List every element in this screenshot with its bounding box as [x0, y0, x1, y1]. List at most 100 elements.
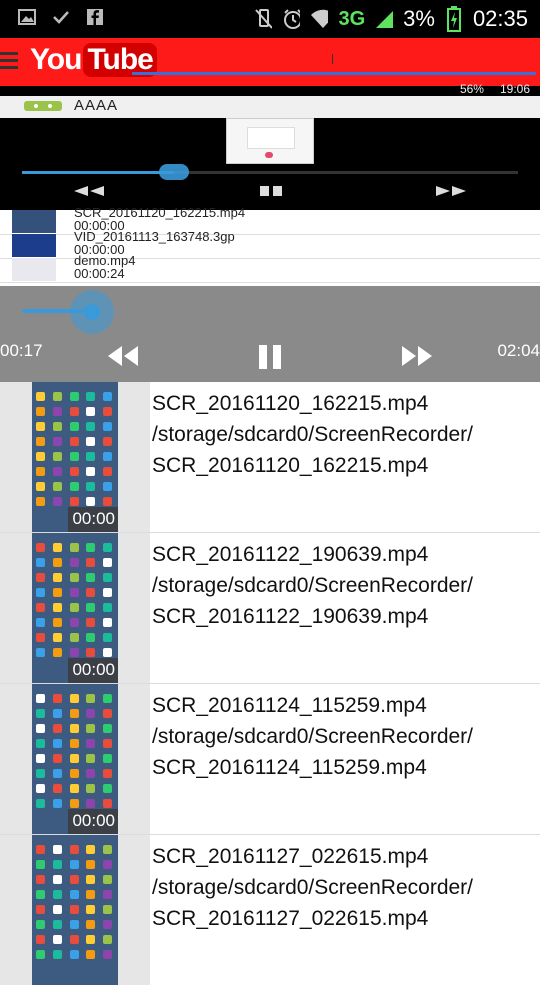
thumbnail-app-tile	[103, 437, 113, 446]
thumbnail-app-tile	[69, 497, 79, 506]
video-thumbnail: 00:00	[32, 382, 118, 532]
thumbnail-app-tile	[103, 452, 113, 461]
facebook-icon	[86, 8, 104, 26]
thumbnail-app-tile	[103, 784, 113, 793]
thumbnail-app-tile	[103, 648, 113, 657]
thumbnail-app-tile	[86, 573, 96, 582]
thumbnail-app-tile	[69, 754, 79, 763]
thumbnail-app-tile	[86, 558, 96, 567]
battery-percent: 3%	[403, 6, 435, 31]
thumbnail-app-tile	[86, 890, 96, 899]
thumbnail-app-tile	[36, 452, 45, 461]
thumbnail-app-tile	[69, 392, 79, 401]
video-file-name: SCR_20161122_190639.mp4	[152, 605, 429, 628]
thumbnail-app-tile	[36, 467, 45, 476]
thumbnail-app-tile	[86, 905, 96, 914]
thumbnail-app-tile	[36, 437, 45, 446]
thumbnail-app-tile	[36, 543, 45, 552]
thumbnail-app-tile	[36, 482, 45, 491]
thumbnail-app-tile	[103, 860, 113, 869]
thumbnail-app-tile	[103, 799, 113, 808]
thumbnail-app-tile	[69, 724, 79, 733]
thumbnail-app-tile	[86, 754, 96, 763]
list-item[interactable]: 00:00 SCR_20161124_115259.mp4 /storage/s…	[0, 684, 540, 835]
thumbnail-app-tile	[52, 407, 62, 416]
list-item[interactable]: 00:00 SCR_20161122_190639.mp4 /storage/s…	[0, 533, 540, 684]
vibrate-off-icon	[254, 9, 273, 29]
thumbnail-app-tile	[69, 452, 79, 461]
thumbnail-app-tile	[103, 482, 113, 491]
thumbnail-app-tile	[36, 920, 45, 929]
thumbnail-app-tile	[52, 950, 62, 959]
rewind-button[interactable]	[106, 344, 140, 373]
seekbar-thumb[interactable]	[70, 290, 114, 334]
thumbnail-app-grid	[36, 845, 114, 959]
thumbnail-app-tile	[103, 935, 113, 944]
video-thumbnail	[32, 835, 118, 985]
thumbnail-app-tile	[86, 618, 96, 627]
thumbnail-app-tile	[52, 588, 62, 597]
network-type: 3G	[338, 7, 366, 30]
thumbnail-app-tile	[69, 950, 79, 959]
thumbnail-app-tile	[52, 890, 62, 899]
thumbnail-app-tile	[86, 482, 96, 491]
thumbnail-app-tile	[52, 437, 62, 446]
video-name: SCR_20161122_190639.mp4	[152, 543, 429, 566]
thumbnail-app-tile	[103, 920, 113, 929]
video-folder-path: /storage/sdcard0/ScreenRecorder/	[152, 574, 473, 597]
thumbnail-app-tile	[103, 845, 113, 854]
thumbnail-app-tile	[103, 875, 113, 884]
thumbnail-app-tile	[103, 588, 113, 597]
background-clock: 19:06	[499, 82, 530, 96]
thumbnail-app-tile	[69, 422, 79, 431]
thumbnail-app-tile	[36, 603, 45, 612]
thumbnail-app-tile	[103, 543, 113, 552]
thumbnail-app-tile	[86, 392, 96, 401]
thumbnail-app-tile	[103, 905, 113, 914]
thumbnail-app-tile	[36, 422, 45, 431]
thumbnail-app-tile	[103, 497, 113, 506]
thumbnail-app-tile	[52, 860, 62, 869]
background-file-thumbnail	[12, 234, 56, 257]
player-controls: 00:17 02:04	[0, 286, 540, 382]
check-icon	[52, 8, 70, 26]
thumbnail-app-tile	[52, 769, 62, 778]
thumbnail-app-tile	[86, 799, 96, 808]
thumbnail-app-tile	[69, 588, 79, 597]
thumbnail-app-tile	[36, 784, 45, 793]
thumbnail-app-tile	[36, 558, 45, 567]
menu-icon[interactable]	[0, 52, 18, 72]
fast-forward-button[interactable]	[400, 344, 434, 373]
thumbnail-app-tile	[36, 724, 45, 733]
video-thumbnail: 00:00	[32, 533, 118, 683]
list-item[interactable]: 00:00 SCR_20161120_162215.mp4 /storage/s…	[0, 382, 540, 533]
pause-button[interactable]	[257, 344, 283, 375]
background-pause-icon	[258, 184, 284, 200]
background-player	[0, 118, 540, 210]
image-icon	[18, 8, 36, 26]
thumbnail-app-tile	[69, 694, 79, 703]
thumbnail-app-tile	[86, 452, 96, 461]
thumbnail-app-tile	[36, 935, 45, 944]
thumbnail-app-tile	[86, 784, 96, 793]
thumbnail-app-tile	[52, 799, 62, 808]
thumbnail-app-tile	[36, 860, 45, 869]
background-file-list: SCR_20161120_162215.mp4 00:00:00 VID_201…	[0, 206, 540, 286]
thumbnail-app-tile	[86, 724, 96, 733]
thumbnail-app-tile	[86, 860, 96, 869]
thumbnail-app-tile	[52, 618, 62, 627]
thumbnail-app-tile	[103, 407, 113, 416]
video-duration: 00:00	[68, 658, 118, 683]
thumbnail-app-tile	[69, 875, 79, 884]
thumbnail-app-tile	[36, 588, 45, 597]
background-status-bar: 56% 19:06	[0, 82, 540, 96]
list-item[interactable]: SCR_20161127_022615.mp4 /storage/sdcard0…	[0, 835, 540, 985]
thumbnail-app-tile	[52, 739, 62, 748]
thumbnail-app-tile	[69, 482, 79, 491]
thumbnail-app-tile	[69, 633, 79, 642]
search-input[interactable]	[132, 48, 536, 75]
video-name: SCR_20161120_162215.mp4	[152, 392, 429, 415]
thumbnail-app-tile	[52, 467, 62, 476]
thumbnail-app-tile	[69, 618, 79, 627]
elapsed-time: 00:17	[0, 341, 43, 360]
